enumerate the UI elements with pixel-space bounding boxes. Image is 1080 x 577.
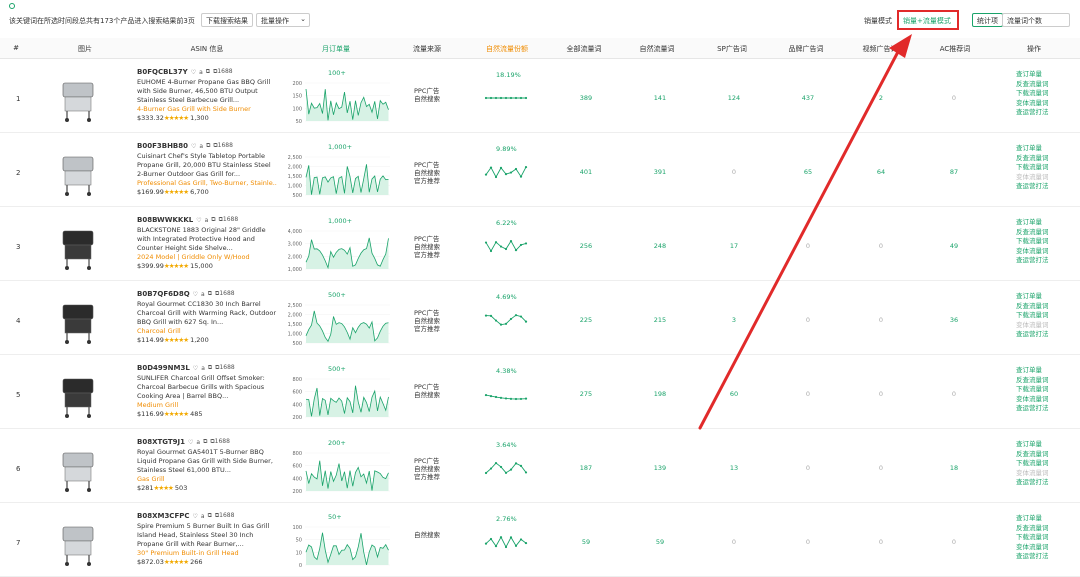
annotation-arrow bbox=[698, 34, 912, 430]
